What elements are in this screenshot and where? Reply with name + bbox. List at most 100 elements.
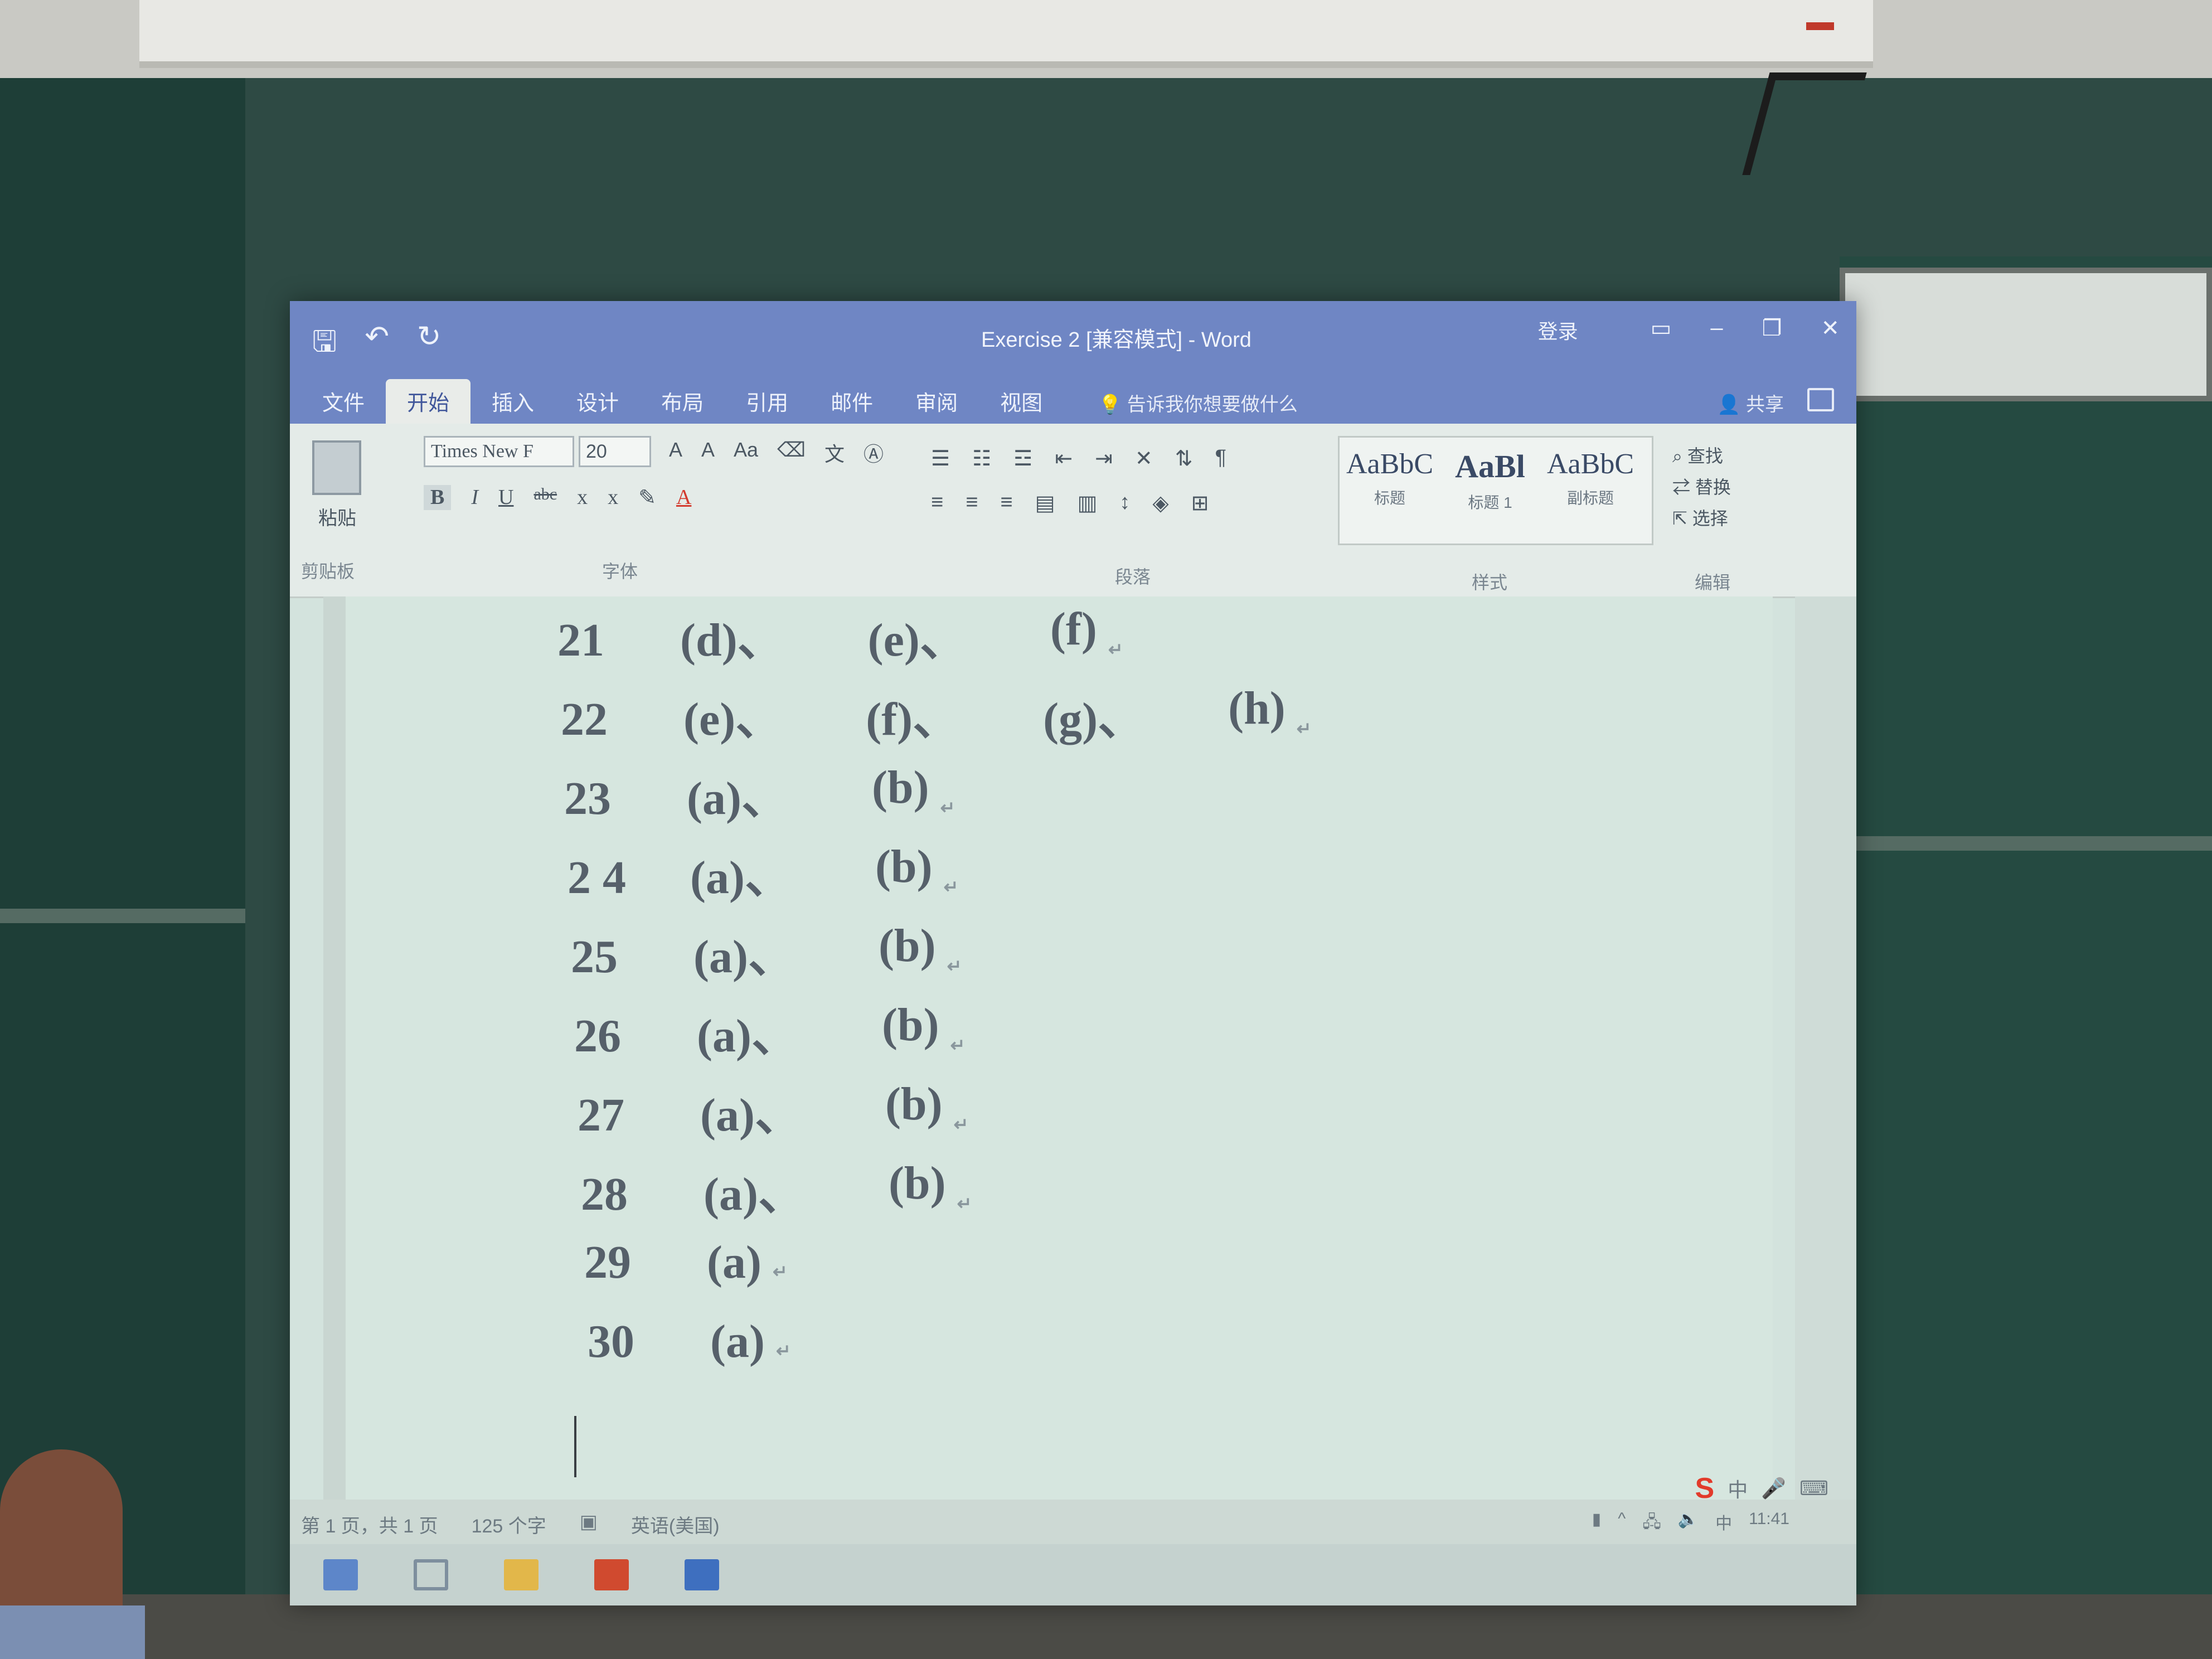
replace-icon: ⇄ — [1672, 477, 1695, 497]
strikethrough-button[interactable]: abc — [533, 485, 557, 510]
tray-ime-label[interactable]: 中 — [1715, 1510, 1732, 1538]
save-icon[interactable]: 🖫 — [312, 320, 337, 370]
document-line[interactable]: 29 (a) ↵ — [584, 1235, 1312, 1314]
undo-icon[interactable]: ↶ — [365, 320, 389, 370]
redo-icon[interactable]: ↻ — [417, 320, 442, 370]
phonetic-icon[interactable]: 文 — [824, 438, 845, 467]
align-left-icon[interactable]: ≡ — [931, 491, 943, 516]
clear-format-icon[interactable]: ⌫ — [777, 438, 806, 467]
login-link[interactable]: 登录 — [1538, 316, 1578, 345]
style-title-sample: AaBbC — [1346, 448, 1433, 480]
replace-button[interactable]: ⇄ 替换 — [1672, 472, 1731, 503]
superscript-button[interactable]: x — [608, 485, 618, 510]
increase-indent-icon[interactable]: ⇥ — [1095, 446, 1113, 471]
language[interactable]: 英语(美国) — [631, 1511, 720, 1538]
select-button[interactable]: ⇱ 选择 — [1672, 503, 1731, 534]
task-view-icon[interactable] — [414, 1559, 448, 1590]
asian-layout-icon[interactable]: ✕ — [1135, 446, 1153, 471]
multilevel-list-icon[interactable]: ☲ — [1013, 446, 1032, 471]
align-center-icon[interactable]: ≡ — [966, 491, 978, 516]
decrease-indent-icon[interactable]: ⇤ — [1055, 446, 1073, 471]
show-marks-icon[interactable]: ¶ — [1215, 446, 1226, 471]
start-icon[interactable] — [323, 1559, 358, 1590]
document-line[interactable]: 2 4 (a)、 (b) ↵ — [567, 840, 1312, 919]
align-right-icon[interactable]: ≡ — [1000, 491, 1012, 516]
sogou-ime-icon[interactable]: S — [1695, 1472, 1715, 1505]
word-count[interactable]: 125 个字 — [472, 1511, 546, 1538]
ime-mode-label[interactable]: 中 — [1728, 1474, 1748, 1503]
line-spacing-icon[interactable]: ↕ — [1119, 491, 1130, 516]
minimize-icon[interactable]: – — [1710, 316, 1723, 345]
document-line[interactable]: 23 (a)、 (b) ↵ — [564, 760, 1312, 840]
share-button[interactable]: 👤 共享 — [1717, 389, 1784, 416]
tab-view[interactable]: 视图 — [979, 379, 1064, 424]
tray-chevron-icon[interactable]: ^ — [1618, 1510, 1626, 1538]
borders-icon[interactable]: ⊞ — [1191, 491, 1209, 516]
font-size-select[interactable]: 20 — [579, 436, 651, 467]
vertical-scrollbar[interactable] — [1795, 596, 1856, 1500]
proofing-icon[interactable]: ▣ — [580, 1511, 598, 1538]
battery-icon[interactable]: ▮ — [1592, 1510, 1602, 1538]
style-subtitle[interactable]: AaBbC 副标题 — [1540, 438, 1641, 544]
document-page[interactable]: 21 (d)、 (e)、 (f) ↵ 22 (e)、 (f)、 (g)、 (h) ↵ 23 (a)、 (b… — [323, 596, 1773, 1500]
bullets-icon[interactable]: ☰ — [931, 446, 950, 471]
document-line[interactable]: 28 (a)、 (b) ↵ — [581, 1156, 1312, 1235]
page-count[interactable]: 第 1 页，共 1 页 — [301, 1511, 438, 1538]
tab-insert[interactable]: 插入 — [470, 379, 555, 424]
restore-icon[interactable]: ❐ — [1762, 316, 1782, 345]
document-line[interactable]: 22 (e)、 (f)、 (g)、 (h) ↵ — [561, 681, 1312, 760]
document-line[interactable]: 25 (a)、 (b) ↵ — [571, 919, 1312, 998]
answer-options: (a)、 (b) — [697, 998, 939, 1065]
paragraph-mark: ↵ — [953, 1114, 969, 1134]
subscript-button[interactable]: x — [577, 485, 588, 510]
volume-icon[interactable]: 🔈 — [1678, 1510, 1699, 1538]
find-button[interactable]: ⌕ 查找 — [1672, 440, 1731, 472]
network-icon[interactable]: 🖧 — [1642, 1510, 1661, 1538]
shading-icon[interactable]: ◈ — [1152, 491, 1168, 516]
document-line[interactable]: 27 (a)、 (b) ↵ — [578, 1077, 1312, 1156]
document-line[interactable]: 26 (a)、 (b) ↵ — [574, 998, 1312, 1077]
paste-button[interactable]: 粘贴 — [307, 440, 368, 530]
bold-button[interactable]: B — [424, 485, 452, 510]
distributed-icon[interactable]: ▥ — [1077, 491, 1097, 516]
tab-file[interactable]: 文件 — [301, 379, 386, 424]
document-line[interactable]: 30 (a) ↵ — [588, 1314, 1312, 1394]
document-content[interactable]: 21 (d)、 (e)、 (f) ↵ 22 (e)、 (f)、 (g)、 (h) ↵ 23 (a)、 (b… — [557, 602, 1312, 1394]
underline-button[interactable]: U — [498, 485, 513, 510]
close-icon[interactable]: ✕ — [1821, 316, 1840, 345]
highlight-icon[interactable]: ✎ — [638, 485, 656, 510]
clock[interactable]: 11:41 — [1749, 1510, 1789, 1538]
tab-layout[interactable]: 布局 — [640, 379, 725, 424]
shrink-font-button[interactable]: A — [701, 438, 715, 467]
text-cursor — [574, 1416, 576, 1477]
grow-font-button[interactable]: A — [669, 438, 682, 467]
tell-me-box[interactable]: 💡 告诉我你想要做什么 — [1098, 389, 1298, 416]
tab-review[interactable]: 审阅 — [894, 379, 979, 424]
answer-options: (a)、 (b) — [700, 1077, 943, 1144]
ime-toolbar[interactable]: S 中 🎤 ⌨ — [1695, 1472, 1829, 1505]
tab-mailings[interactable]: 邮件 — [809, 379, 894, 424]
change-case-button[interactable]: Aa — [734, 438, 758, 467]
mic-icon[interactable]: 🎤 — [1761, 1477, 1786, 1500]
font-color-button[interactable]: A — [676, 485, 691, 510]
numbering-icon[interactable]: ☷ — [972, 446, 991, 471]
ribbon-display-icon[interactable]: ▭ — [1651, 316, 1672, 345]
italic-button[interactable]: I — [471, 485, 478, 510]
word-icon[interactable] — [685, 1559, 719, 1590]
style-title[interactable]: AaBbC 标题 — [1340, 438, 1440, 544]
tab-home[interactable]: 开始 — [386, 379, 471, 424]
document-line[interactable]: 21 (d)、 (e)、 (f) ↵ — [557, 602, 1312, 681]
keyboard-icon[interactable]: ⌨ — [1799, 1477, 1828, 1500]
style-heading1-name: 标题 1 — [1468, 494, 1512, 511]
tab-references[interactable]: 引用 — [725, 379, 809, 424]
powerpoint-icon[interactable] — [594, 1559, 629, 1590]
char-border-icon[interactable]: Ⓐ — [864, 438, 884, 467]
sort-icon[interactable]: ⇅ — [1175, 446, 1193, 471]
answer-options: (a)、 (b) — [693, 919, 936, 986]
comment-icon[interactable] — [1807, 388, 1834, 411]
font-name-select[interactable]: Times New F — [424, 436, 574, 467]
tab-design[interactable]: 设计 — [555, 379, 640, 424]
file-explorer-icon[interactable] — [504, 1559, 539, 1590]
justify-icon[interactable]: ▤ — [1035, 491, 1055, 516]
style-heading1[interactable]: AaBl 标题 1 — [1440, 438, 1540, 544]
